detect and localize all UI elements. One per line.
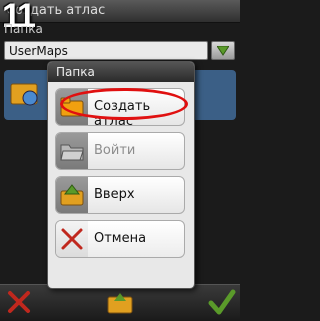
cancel-button[interactable]: Отмена xyxy=(55,220,185,258)
cancel-x-icon-wrap xyxy=(56,221,88,257)
cancel-icon[interactable] xyxy=(6,289,32,315)
folder-dropdown-button[interactable] xyxy=(211,41,235,60)
title-bar: Создать атлас xyxy=(0,0,240,23)
create-atlas-button[interactable]: Создать атлас xyxy=(55,88,185,129)
folder-new-icon xyxy=(60,97,84,117)
create-atlas-label: Создать атлас xyxy=(94,99,151,129)
cancel-label: Отмена xyxy=(94,231,147,246)
ok-check-icon[interactable] xyxy=(208,289,236,317)
cancel-x-icon xyxy=(61,228,83,250)
folder-label: Папка xyxy=(4,22,43,36)
enter-label: Войти xyxy=(94,143,136,158)
dialog-title: Папка xyxy=(56,65,95,79)
folder-select[interactable]: UserMaps xyxy=(4,41,208,60)
enter-button[interactable]: Войти xyxy=(55,132,185,170)
folder-new-icon-wrap xyxy=(56,89,88,125)
bottom-toolbar xyxy=(0,284,240,321)
chevron-down-icon xyxy=(217,46,229,56)
up-button[interactable]: Вверх xyxy=(55,176,185,214)
folder-dialog: Папка Создать атлас Войти Вверх Отмена xyxy=(47,61,195,289)
folder-up-icon[interactable] xyxy=(106,289,134,317)
folder-open-icon-wrap xyxy=(56,133,88,169)
folder-up-icon-wrap xyxy=(56,177,88,213)
folder-up-icon xyxy=(60,184,84,206)
folder-globe-icon xyxy=(10,83,38,106)
dialog-header: Папка xyxy=(48,62,194,82)
folder-open-icon xyxy=(60,144,84,161)
up-label: Вверх xyxy=(94,187,135,202)
